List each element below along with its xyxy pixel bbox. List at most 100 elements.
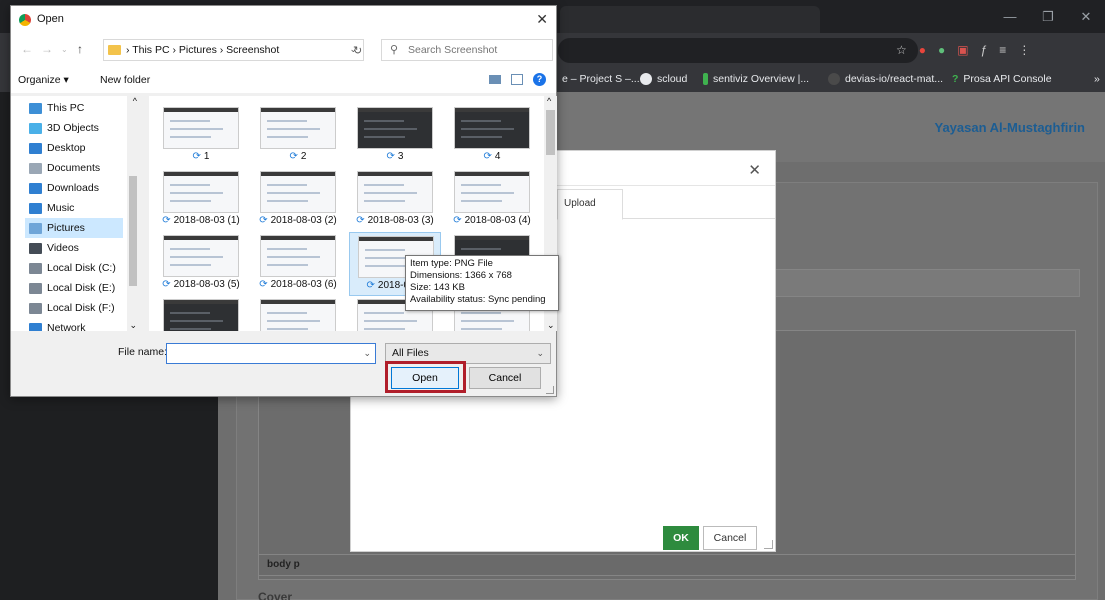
tree-item-local-disk-c[interactable]: Local Disk (C:) bbox=[29, 258, 127, 278]
browser-tab[interactable] bbox=[560, 6, 820, 33]
file-item[interactable]: ⟳ 2018-08-03 (1) bbox=[155, 168, 247, 232]
prosa-icon: ? bbox=[952, 73, 959, 85]
breadcrumb[interactable]: › This PC › Pictures › Screenshot bbox=[126, 44, 279, 56]
open-button[interactable]: Open bbox=[391, 367, 459, 389]
scroll-down-icon[interactable]: ⌄ bbox=[547, 320, 555, 331]
bookmark-sentiviz[interactable]: sentiviz Overview |... bbox=[703, 73, 809, 85]
tree-item-local-disk-e[interactable]: Local Disk (E:) bbox=[29, 278, 127, 298]
search-box[interactable]: ⚲ bbox=[381, 39, 553, 61]
file-item[interactable]: ⟳ 2018-08-03 (2) bbox=[252, 168, 344, 232]
pdf-icon[interactable]: ▣ bbox=[957, 42, 968, 58]
minimize-button[interactable]: — bbox=[991, 0, 1029, 33]
tree-item-pictures[interactable]: Pictures bbox=[25, 218, 123, 238]
scroll-up-icon[interactable]: ^ bbox=[547, 96, 551, 106]
file-item[interactable]: ⟳ 2018-08-03 (3) bbox=[349, 168, 441, 232]
file-item[interactable] bbox=[252, 296, 344, 331]
tree-item-this-pc[interactable]: This PC bbox=[29, 98, 127, 118]
thumbnail-line bbox=[267, 120, 307, 122]
new-folder-button[interactable]: New folder bbox=[100, 74, 150, 86]
thumbnail-bar bbox=[455, 108, 529, 112]
navigation-pane: ^ ⌄ This PC 3D Objects Desktop Documents Dow… bbox=[11, 96, 139, 331]
bookmark-prosa[interactable]: ? Prosa API Console bbox=[952, 73, 1052, 85]
file-item[interactable]: ⟳ 1 bbox=[155, 104, 247, 168]
file-name-input[interactable]: ⌄ bbox=[166, 343, 376, 364]
bookmarks-more[interactable]: » bbox=[1094, 73, 1100, 85]
thumbnail-bar bbox=[261, 300, 335, 304]
script-icon[interactable]: ƒ bbox=[981, 42, 988, 58]
sync-pending-icon: ⟳ bbox=[162, 279, 171, 290]
thumbnail-line bbox=[170, 264, 211, 266]
sync-pending-icon: ⟳ bbox=[259, 215, 268, 226]
tab-upload[interactable]: Upload bbox=[557, 189, 623, 220]
tree-item-label: Local Disk (E:) bbox=[47, 282, 116, 294]
tree-item-network[interactable]: Network bbox=[29, 318, 127, 331]
dialog-close-icon[interactable]: ✕ bbox=[536, 11, 548, 28]
tree-item-label: Documents bbox=[47, 162, 101, 174]
scroll-up-icon[interactable]: ^ bbox=[133, 96, 137, 106]
file-item[interactable]: ⟳ 2018-08-03 (5) bbox=[155, 232, 247, 296]
thumbnail-line bbox=[267, 256, 320, 258]
address-bar[interactable] bbox=[558, 38, 918, 63]
close-window-button[interactable]: ✕ bbox=[1067, 0, 1105, 33]
cancel-button[interactable]: Cancel bbox=[703, 526, 757, 550]
scroll-down-icon[interactable]: ⌄ bbox=[129, 320, 137, 331]
resize-grip-icon[interactable] bbox=[546, 386, 554, 394]
file-name: 2018-08-03 (1) bbox=[173, 215, 240, 226]
file-item[interactable] bbox=[155, 296, 247, 331]
reading-list-icon[interactable]: ≡ bbox=[999, 42, 1006, 58]
thumbnail-image bbox=[454, 107, 530, 149]
menu-icon[interactable]: ⋮ bbox=[1018, 42, 1030, 58]
dialog-cancel-button[interactable]: Cancel bbox=[469, 367, 541, 389]
chevron-down-icon[interactable]: ⌄ bbox=[363, 348, 371, 359]
star-icon[interactable]: ☆ bbox=[896, 42, 907, 58]
ok-button[interactable]: OK bbox=[663, 526, 699, 550]
file-caption: ⟳ 2 bbox=[252, 151, 344, 162]
file-item[interactable]: ⟳ 3 bbox=[349, 104, 441, 168]
file-scroll-thumb[interactable] bbox=[546, 110, 555, 155]
site-name[interactable]: Yayasan Al-Mustaghfirin bbox=[935, 120, 1086, 135]
bookmark-label: scloud bbox=[657, 73, 688, 85]
file-item[interactable]: ⟳ 2018-08-03 (4) bbox=[446, 168, 538, 232]
document-icon bbox=[29, 162, 42, 174]
bookmark-devias[interactable]: devias-io/react-mat... bbox=[828, 73, 943, 85]
tree-item-desktop[interactable]: Desktop bbox=[29, 138, 127, 158]
bookmark-project[interactable]: e – Project S –... bbox=[562, 73, 640, 85]
tree-item-videos[interactable]: Videos bbox=[29, 238, 127, 258]
file-type-value: All Files bbox=[392, 347, 429, 359]
tree-item-documents[interactable]: Documents bbox=[29, 158, 127, 178]
preview-pane-icon[interactable] bbox=[511, 74, 523, 85]
leaf-icon bbox=[703, 73, 708, 85]
thumbnail-bar bbox=[164, 236, 238, 240]
thumbnail-line bbox=[364, 200, 405, 202]
thumbnail-line bbox=[267, 312, 307, 314]
file-item[interactable]: ⟳ 4 bbox=[446, 104, 538, 168]
file-item[interactable]: ⟳ 2018-08-03 (6) bbox=[252, 232, 344, 296]
maximize-button[interactable]: ❐ bbox=[1029, 0, 1067, 33]
file-item[interactable]: ⟳ 2 bbox=[252, 104, 344, 168]
up-arrow-icon[interactable]: ↑ bbox=[77, 42, 83, 56]
nav-scroll-thumb[interactable] bbox=[129, 176, 137, 286]
extension-red-icon[interactable]: ● bbox=[919, 42, 926, 58]
tree-item-3d-objects[interactable]: 3D Objects bbox=[29, 118, 127, 138]
change-view-icon[interactable] bbox=[489, 75, 501, 84]
refresh-icon[interactable]: ↻ bbox=[353, 44, 362, 57]
tree-item-local-disk-f[interactable]: Local Disk (F:) bbox=[29, 298, 127, 318]
thumbnail-line bbox=[461, 248, 501, 250]
tree-item-downloads[interactable]: Downloads bbox=[29, 178, 127, 198]
recent-chevron-icon[interactable]: ⌄ bbox=[61, 45, 68, 54]
tree-item-music[interactable]: Music bbox=[29, 198, 127, 218]
dialog-nav-row: ← → ⌄ ↑ › This PC › Pictures › Screensho… bbox=[11, 34, 556, 66]
bookmark-scloud[interactable]: scloud bbox=[640, 73, 687, 85]
search-input[interactable] bbox=[408, 42, 548, 58]
modal-close-icon[interactable]: ✕ bbox=[748, 161, 761, 179]
back-arrow-icon[interactable]: ← bbox=[21, 42, 33, 56]
thumbnail-bar bbox=[358, 108, 432, 112]
address-breadcrumb[interactable]: › This PC › Pictures › Screenshot ⌄ bbox=[103, 39, 364, 61]
resize-grip-icon[interactable] bbox=[764, 540, 773, 549]
forward-arrow-icon[interactable]: → bbox=[41, 42, 53, 56]
thumbnail-line bbox=[267, 136, 308, 138]
extension-green-icon[interactable]: ● bbox=[938, 42, 945, 58]
organize-menu[interactable]: Organize ▾ bbox=[18, 74, 69, 86]
help-icon[interactable]: ? bbox=[533, 73, 546, 86]
bookmark-label: e – Project S –... bbox=[562, 73, 640, 85]
